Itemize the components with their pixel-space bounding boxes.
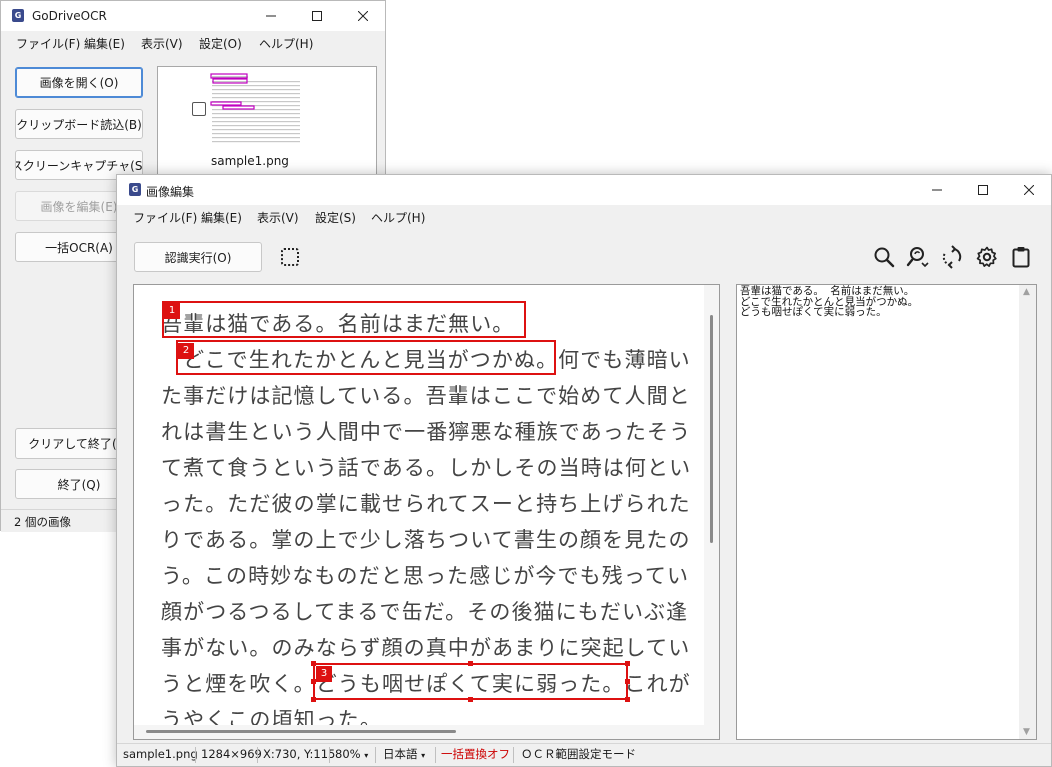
find-replace-icon[interactable] bbox=[906, 245, 930, 269]
resize-handle[interactable] bbox=[311, 697, 316, 702]
ocr-region-2[interactable] bbox=[176, 340, 556, 375]
chevron-down-icon: ▾ bbox=[421, 751, 426, 760]
status-dimensions: 1284×969 bbox=[201, 747, 262, 761]
maximize-icon bbox=[978, 185, 988, 195]
canvas-horizontal-scrollbar[interactable] bbox=[146, 730, 456, 733]
document-line: た事だけは記憶している。吾輩はここで始めて人間と bbox=[161, 384, 691, 408]
resize-handle[interactable] bbox=[468, 661, 473, 666]
thumbnail-image[interactable] bbox=[210, 73, 305, 149]
maximize-button[interactable] bbox=[960, 175, 1006, 205]
document-line: て煮て食うという話である。しかしその当時は何とい bbox=[161, 456, 692, 480]
scroll-down-icon[interactable]: ▼ bbox=[1023, 727, 1030, 737]
app-icon: G bbox=[129, 183, 141, 196]
status-separator bbox=[375, 747, 376, 763]
image-canvas[interactable]: 吾輩は猫である。名前はまだ無い。 どこで生れたかとんと見当がつかぬ。何でも薄暗い… bbox=[133, 284, 720, 740]
menu-help[interactable]: ヘルプ(H) bbox=[259, 35, 313, 52]
status-separator bbox=[513, 747, 514, 763]
menu-file[interactable]: ファイル(F) bbox=[133, 209, 197, 226]
menu-help[interactable]: ヘルプ(H) bbox=[371, 209, 425, 226]
window-title: GoDriveOCR bbox=[32, 9, 107, 23]
zoom-value: 80% bbox=[335, 747, 361, 761]
menu-view[interactable]: 表示(V) bbox=[141, 35, 183, 52]
ocr-region-1[interactable] bbox=[162, 301, 526, 338]
ocr-result-textarea[interactable]: 吾輩は猫である。 名前はまだ無い。 どこで生れたかとんと見当がつかぬ。 どうも咽… bbox=[736, 284, 1037, 740]
ocr-region-number: 2 bbox=[178, 343, 194, 359]
status-separator bbox=[195, 747, 196, 763]
editor-title: 画像編集 bbox=[146, 185, 195, 199]
close-icon bbox=[1024, 185, 1034, 195]
editor-statusbar: sample1.png 1284×969 X:730, Y:115 80% ▾ … bbox=[117, 743, 1051, 766]
status-filename: sample1.png bbox=[123, 747, 198, 761]
rotate-icon[interactable] bbox=[940, 245, 964, 269]
menu-view[interactable]: 表示(V) bbox=[257, 209, 299, 226]
thumbnail-checkbox[interactable] bbox=[192, 102, 206, 116]
resize-handle[interactable] bbox=[468, 697, 473, 702]
resize-handle[interactable] bbox=[625, 679, 630, 684]
document-line: 事がない。のみならず顔の真中があまりに突起してい bbox=[161, 636, 691, 660]
resize-handle[interactable] bbox=[311, 679, 316, 684]
scroll-up-icon[interactable]: ▲ bbox=[1023, 287, 1030, 297]
language-value: 日本語 bbox=[383, 747, 418, 761]
status-separator bbox=[329, 747, 330, 763]
clipboard-icon[interactable] bbox=[1009, 245, 1033, 269]
main-titlebar[interactable]: G GoDriveOCR bbox=[1, 1, 385, 31]
resize-handle[interactable] bbox=[625, 697, 630, 702]
document-line: りである。掌の上で少し落ちついて書生の顔を見たの bbox=[161, 528, 691, 552]
replace-toggle[interactable]: 一括置換オフ bbox=[441, 744, 510, 766]
thumbnail-preview bbox=[210, 73, 300, 143]
main-menubar: ファイル(F) 編集(E) 表示(V) 設定(O) ヘルプ(H) bbox=[1, 31, 385, 55]
thumbnail-list[interactable]: sample1.png bbox=[157, 66, 377, 186]
ocr-result-text[interactable]: 吾輩は猫である。 名前はまだ無い。 どこで生れたかとんと見当がつかぬ。 どうも咽… bbox=[740, 286, 918, 318]
ocr-region-3[interactable] bbox=[313, 663, 628, 700]
menu-file[interactable]: ファイル(F) bbox=[16, 35, 80, 52]
menu-settings[interactable]: 設定(O) bbox=[199, 35, 242, 52]
menu-edit[interactable]: 編集(E) bbox=[84, 35, 125, 52]
clipboard-load-button[interactable]: クリップボード読込(B) bbox=[15, 109, 143, 139]
status-coords: X:730, Y:115 bbox=[263, 747, 336, 761]
zoom-dropdown[interactable]: 80% ▾ bbox=[335, 744, 368, 766]
resize-handle[interactable] bbox=[625, 661, 630, 666]
close-button[interactable] bbox=[1006, 175, 1052, 205]
minimize-button[interactable] bbox=[248, 1, 294, 31]
document-line: った。ただ彼の掌に載せられてスーと持ち上げられた bbox=[161, 492, 691, 516]
minimize-icon bbox=[266, 15, 276, 17]
mode-indicator: ＯＣＲ範囲設定モード bbox=[521, 747, 636, 761]
gear-icon[interactable] bbox=[975, 245, 999, 269]
search-icon[interactable] bbox=[872, 245, 896, 269]
minimize-button[interactable] bbox=[914, 175, 960, 205]
document-line: うやくこの頃知った。 bbox=[161, 708, 382, 725]
maximize-button[interactable] bbox=[294, 1, 340, 31]
chevron-down-icon: ▾ bbox=[364, 751, 369, 760]
close-button[interactable] bbox=[340, 1, 386, 31]
document-line: れは書生という人間中で一番獰悪な種族であったそう bbox=[161, 420, 692, 444]
document-line: 顔がつるつるしてまるで缶だ。その後猫にもだいぶ逢 bbox=[161, 600, 689, 624]
recognize-button[interactable]: 認識実行(O) bbox=[134, 242, 262, 272]
status-separator bbox=[435, 747, 436, 763]
close-icon bbox=[358, 11, 368, 21]
language-dropdown[interactable]: 日本語 ▾ bbox=[383, 744, 425, 766]
menu-edit[interactable]: 編集(E) bbox=[201, 209, 242, 226]
maximize-icon bbox=[312, 11, 322, 21]
select-region-icon[interactable] bbox=[281, 248, 299, 266]
app-icon: G bbox=[12, 9, 24, 22]
image-count: 2 個の画像 bbox=[14, 515, 71, 529]
text-vertical-scrollbar[interactable]: ▲ ▼ bbox=[1019, 285, 1036, 739]
open-image-button[interactable]: 画像を開く(O) bbox=[15, 67, 143, 98]
status-separator bbox=[257, 747, 258, 763]
minimize-icon bbox=[932, 189, 942, 191]
resize-handle[interactable] bbox=[311, 661, 316, 666]
document-line: う。この時妙なものだと思った感じが今でも残ってい bbox=[161, 564, 690, 588]
thumbnail-filename: sample1.png bbox=[211, 154, 289, 168]
editor-menubar: ファイル(F) 編集(E) 表示(V) 設定(S) ヘルプ(H) bbox=[117, 205, 1051, 229]
canvas-vertical-scrollbar[interactable] bbox=[710, 315, 713, 543]
ocr-region-number: 1 bbox=[164, 303, 180, 319]
menu-settings[interactable]: 設定(S) bbox=[315, 209, 356, 226]
editor-titlebar[interactable]: G 画像編集 bbox=[117, 175, 1051, 205]
ocr-region-number: 3 bbox=[316, 666, 332, 682]
document-image[interactable]: 吾輩は猫である。名前はまだ無い。 どこで生れたかとんと見当がつかぬ。何でも薄暗い… bbox=[134, 285, 704, 725]
